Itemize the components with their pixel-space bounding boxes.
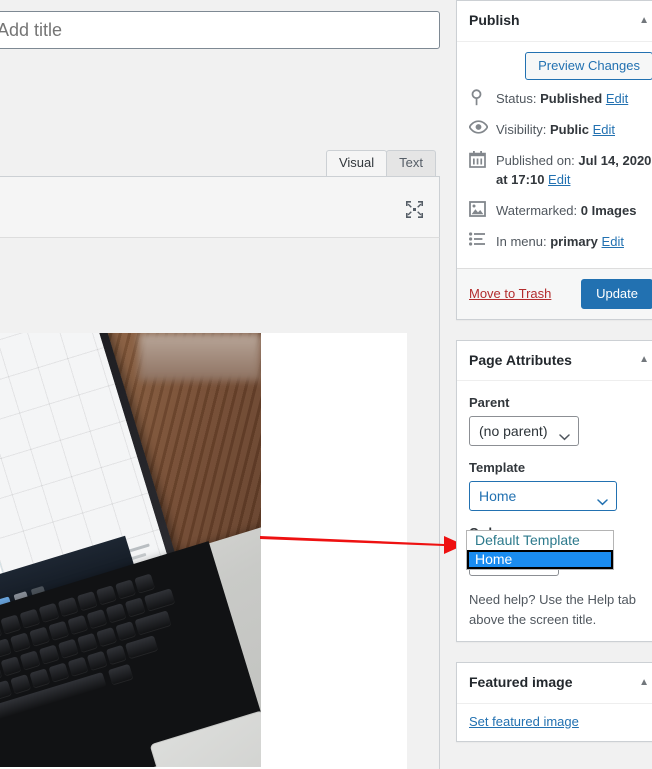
published-on-row: Published on: Jul 14, 2020 at 17:10 Edit bbox=[469, 146, 652, 196]
page-attributes-body: Parent (no parent) Template Home 0 Need … bbox=[457, 381, 652, 641]
in-menu-label: In menu: bbox=[496, 233, 547, 249]
chevron-up-icon[interactable]: ▲ bbox=[635, 14, 652, 28]
chevron-up-icon[interactable]: ▲ bbox=[635, 676, 652, 690]
featured-image-header[interactable]: Featured image ▲ bbox=[457, 663, 652, 704]
status-label: Status: bbox=[496, 90, 537, 106]
publish-minor-actions: Preview Changes bbox=[457, 42, 652, 82]
page-attributes-help-text: Need help? Use the Help tab above the sc… bbox=[469, 592, 636, 627]
parent-label: Parent bbox=[469, 395, 510, 411]
pin-icon bbox=[469, 88, 489, 109]
editor-toolbar bbox=[0, 176, 440, 238]
publish-major-actions: Move to Trash Update bbox=[457, 267, 652, 319]
eye-icon bbox=[468, 119, 489, 140]
editor-column: Visual Text bbox=[0, 0, 452, 769]
image-icon bbox=[469, 200, 489, 221]
watermarked-label: Watermarked: bbox=[496, 202, 578, 218]
page-attributes-header[interactable]: Page Attributes ▲ bbox=[457, 341, 652, 382]
template-option-home[interactable]: Home bbox=[467, 550, 613, 569]
status-row: Status: Published Edit bbox=[469, 84, 652, 115]
editor-content-canvas[interactable] bbox=[0, 333, 407, 769]
visibility-row-text: Visibility: Public Edit bbox=[496, 120, 652, 140]
content-image-laptop-photo[interactable] bbox=[0, 333, 261, 767]
published-on-label: Published on: bbox=[496, 152, 575, 168]
visibility-row: Visibility: Public Edit bbox=[468, 115, 652, 146]
template-select-value: Home bbox=[479, 488, 517, 505]
publish-metabox-header[interactable]: Publish ▲ bbox=[457, 1, 652, 42]
page-attributes-metabox: Page Attributes ▲ Parent (no parent) Tem… bbox=[456, 339, 652, 643]
tab-visual[interactable]: Visual bbox=[325, 150, 388, 176]
publish-metabox-title: Publish bbox=[469, 12, 520, 28]
template-select[interactable]: Home bbox=[469, 481, 617, 512]
in-menu-row: In menu: primary Edit bbox=[469, 227, 652, 258]
featured-image-metabox: Featured image ▲ Set featured image bbox=[456, 662, 652, 742]
watermarked-row-text: Watermarked: 0 Images bbox=[496, 201, 652, 221]
chevron-down-icon bbox=[597, 493, 608, 509]
published-on-edit-link[interactable]: Edit bbox=[548, 172, 570, 187]
template-label: Template bbox=[469, 460, 526, 476]
watermarked-value: 0 Images bbox=[580, 202, 637, 218]
list-icon bbox=[469, 231, 489, 252]
editor-sidebar: Publish ▲ Preview Changes Status: Publis… bbox=[456, 0, 652, 769]
post-title-field-wrapper bbox=[0, 11, 440, 49]
update-button[interactable]: Update bbox=[581, 278, 652, 309]
visibility-label: Visibility: bbox=[496, 121, 547, 137]
publish-misc-actions: Status: Published Edit Visibility: Publi… bbox=[457, 82, 652, 268]
template-dropdown-options[interactable]: Default Template Home bbox=[466, 530, 614, 570]
publish-metabox: Publish ▲ Preview Changes Status: Publis… bbox=[456, 0, 652, 320]
post-title-input[interactable] bbox=[0, 11, 440, 49]
status-value: Published bbox=[540, 90, 603, 106]
template-option-default-template[interactable]: Default Template bbox=[467, 531, 613, 550]
set-featured-image-link[interactable]: Set featured image bbox=[469, 714, 579, 729]
published-on-row-text: Published on: Jul 14, 2020 at 17:10 Edit bbox=[496, 151, 652, 190]
parent-select-value: (no parent) bbox=[479, 423, 548, 440]
page-attributes-title: Page Attributes bbox=[469, 351, 572, 368]
watermarked-row: Watermarked: 0 Images bbox=[469, 196, 652, 227]
in-menu-value: primary bbox=[550, 233, 598, 249]
calendar-icon bbox=[469, 150, 489, 171]
preview-changes-button[interactable]: Preview Changes bbox=[525, 51, 652, 80]
featured-image-body: Set featured image bbox=[457, 704, 652, 741]
fullscreen-expand-icon[interactable] bbox=[400, 196, 428, 222]
move-to-trash-link[interactable]: Move to Trash bbox=[469, 286, 551, 301]
wordpress-page-editor-screen: Visual Text bbox=[0, 0, 652, 769]
status-row-text: Status: Published Edit bbox=[496, 89, 652, 109]
in-menu-row-text: In menu: primary Edit bbox=[496, 232, 652, 252]
visibility-edit-link[interactable]: Edit bbox=[593, 122, 615, 137]
editor-mode-tabs: Visual Text bbox=[325, 150, 436, 176]
in-menu-edit-link[interactable]: Edit bbox=[602, 234, 624, 249]
editor-content-area[interactable] bbox=[0, 238, 440, 769]
status-edit-link[interactable]: Edit bbox=[606, 91, 628, 106]
visibility-value: Public bbox=[549, 121, 589, 137]
content-editor-wrapper: Visual Text bbox=[0, 64, 440, 769]
chevron-up-icon[interactable]: ▲ bbox=[635, 353, 652, 367]
photo-background-blur bbox=[139, 333, 261, 381]
featured-image-title: Featured image bbox=[469, 674, 573, 691]
tab-text[interactable]: Text bbox=[386, 150, 436, 176]
parent-select[interactable]: (no parent) bbox=[469, 416, 579, 447]
chevron-down-icon bbox=[559, 428, 570, 444]
